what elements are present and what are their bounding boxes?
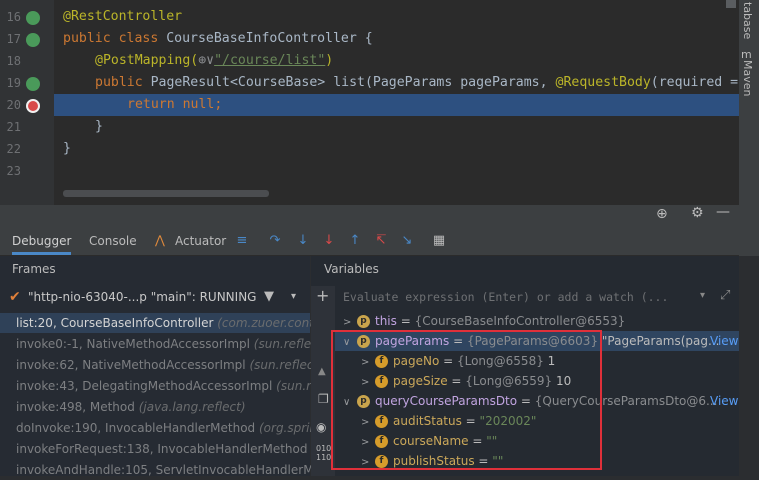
line-number: 23 <box>6 164 21 178</box>
frames-header: Frames <box>12 262 56 276</box>
code-annotation: @PostMapping( <box>95 53 199 68</box>
debug-tool-header <box>0 205 739 227</box>
code-text: @RestController <box>63 9 183 24</box>
line-number: 17 <box>6 32 21 46</box>
gear-icon[interactable]: ⚙ <box>691 205 704 221</box>
code-keyword: return null <box>127 97 215 112</box>
evaluate-expression-input[interactable]: Evaluate expression (Enter) or add a wat… <box>335 286 747 308</box>
annotation-highlight-box <box>331 330 602 470</box>
variables-header: Variables <box>324 262 379 276</box>
expand-icon[interactable]: ⤢ <box>720 288 730 303</box>
force-step-into-icon[interactable]: ↓ <box>322 234 336 247</box>
add-watch-icon[interactable]: + <box>316 286 329 305</box>
database-tool-tab[interactable]: tabase <box>741 2 754 39</box>
show-execution-point-icon[interactable]: ≡ <box>235 234 249 247</box>
code-text: PageResult<CourseBase> list(PageParams p… <box>150 75 556 90</box>
frame-row[interactable]: doInvoke:190, InvocableHandlerMethod (or… <box>16 418 317 438</box>
vertical-scrollbar[interactable] <box>726 0 736 8</box>
spring-bean-icon[interactable] <box>26 33 40 47</box>
step-over-icon[interactable]: ↷ <box>268 234 282 247</box>
line-number: 21 <box>6 120 21 134</box>
thread-selector[interactable]: "http-nio-63040-...p "main": RUNNING <box>28 290 256 304</box>
spring-bean-icon[interactable] <box>26 11 40 25</box>
frame-row[interactable]: invoke:62, NativeMethodAccessorImpl (sun… <box>16 355 323 375</box>
chevron-down-icon[interactable]: ▾ <box>700 290 705 301</box>
minimize-icon[interactable]: — <box>716 204 730 220</box>
code-keyword: public <box>95 75 151 90</box>
frame-row[interactable]: invokeAndHandle:105, ServletInvocableHan… <box>16 460 321 480</box>
frame-row[interactable]: list:20, CourseBaseInfoController (com.z… <box>16 313 321 333</box>
code-text: (required = <box>650 75 739 90</box>
evaluate-expression-icon[interactable]: ▦ <box>432 234 446 247</box>
view-icon[interactable]: ◉ <box>316 420 326 434</box>
parameter-icon: p <box>357 315 370 328</box>
globe-icon[interactable]: ⊕∨ <box>198 53 214 68</box>
frame-row[interactable]: invoke:498, Method (java.lang.reflect) <box>16 397 246 417</box>
chevron-down-icon[interactable]: ▾ <box>291 291 296 302</box>
tab-debugger[interactable]: Debugger <box>12 227 72 255</box>
code-keyword: public class <box>63 31 167 46</box>
line-number: 22 <box>6 142 21 156</box>
frame-row[interactable]: invoke:43, DelegatingMethodAccessorImpl … <box>16 376 318 396</box>
frame-row[interactable]: invokeForRequest:138, InvocableHandlerMe… <box>16 439 308 459</box>
tab-console[interactable]: Console <box>89 227 137 255</box>
code-text: } <box>95 119 103 134</box>
line-number: 16 <box>6 10 21 24</box>
view-link[interactable]: View <box>710 331 738 351</box>
copy-icon[interactable]: ❐ <box>318 392 329 406</box>
line-number: 18 <box>6 54 21 68</box>
code-url[interactable]: "/course/list" <box>214 53 325 68</box>
frame-row[interactable]: invoke0:-1, NativeMethodAccessorImpl (su… <box>16 334 327 354</box>
horizontal-scrollbar[interactable] <box>63 190 269 197</box>
code-text: ) <box>325 53 334 68</box>
line-number: 19 <box>6 76 21 90</box>
line-number: 20 <box>6 98 21 112</box>
right-edge <box>739 256 759 476</box>
step-into-icon[interactable]: ↓ <box>296 234 310 247</box>
step-out-icon[interactable]: ↑ <box>348 234 362 247</box>
check-icon: ✔ <box>9 289 21 305</box>
drop-frame-icon[interactable]: ↸ <box>374 234 388 247</box>
binary-icon[interactable]: 010 110 <box>316 444 331 462</box>
globe-settings-icon[interactable]: ⊕ <box>656 206 668 222</box>
breakpoint-icon[interactable] <box>26 99 40 113</box>
tab-actuator[interactable]: Actuator <box>175 227 226 255</box>
maven-tool-tab[interactable]: Maven <box>741 60 754 96</box>
filter-icon[interactable]: ▼ <box>264 289 274 304</box>
code-text: ; <box>214 97 223 112</box>
request-mapping-icon[interactable] <box>26 77 40 91</box>
code-annotation: @RequestBody <box>555 75 651 90</box>
view-link[interactable]: View <box>710 391 738 411</box>
up-arrow-icon[interactable]: ▲ <box>318 366 326 377</box>
code-text: } <box>63 141 71 156</box>
actuator-icon: ⋀ <box>155 233 165 247</box>
code-text: CourseBaseInfoController { <box>166 31 373 46</box>
run-to-cursor-icon[interactable]: ↘ <box>400 234 414 247</box>
variable-row[interactable]: > p this = {CourseBaseInfoController@6553} <box>343 311 625 331</box>
maven-icon[interactable]: m <box>741 48 752 61</box>
